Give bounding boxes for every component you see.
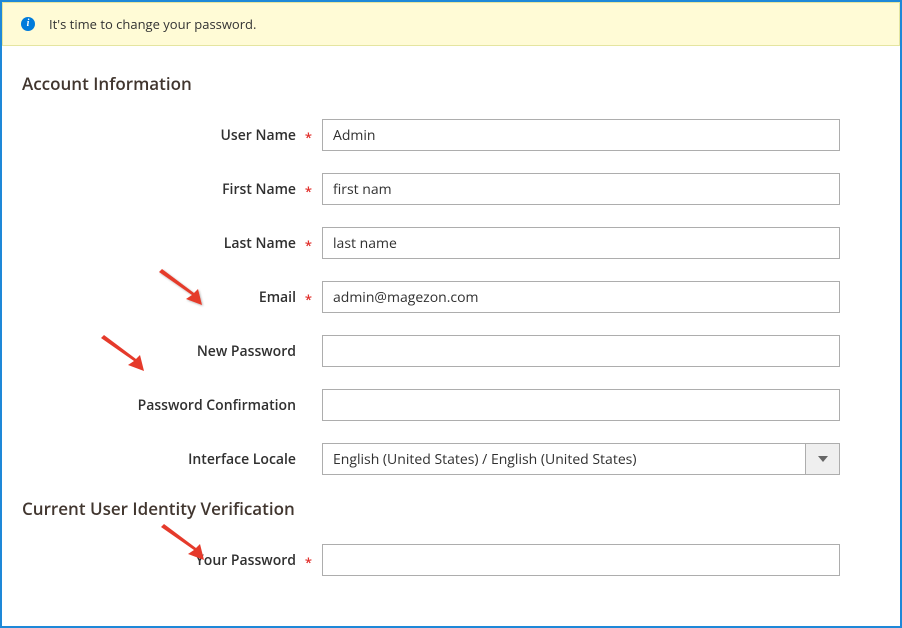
lastname-input[interactable] [322, 227, 840, 259]
firstname-input[interactable] [322, 173, 840, 205]
newpassword-input[interactable] [322, 335, 840, 367]
username-input[interactable] [322, 119, 840, 151]
section-account-info-title: Account Information [22, 72, 880, 95]
info-icon: i [21, 17, 35, 31]
required-star: * [305, 182, 312, 200]
locale-dropdown-button[interactable] [806, 443, 840, 475]
username-label: User Name * [22, 126, 322, 145]
firstname-label: First Name * [22, 180, 322, 199]
lastname-label: Last Name * [22, 234, 322, 253]
yourpassword-input[interactable] [322, 544, 840, 576]
yourpassword-label: Your Password * [22, 551, 322, 570]
email-label: Email * [22, 288, 322, 307]
locale-selected-value: English (United States) / English (Unite… [322, 443, 806, 475]
section-identity-verification-title: Current User Identity Verification [22, 497, 880, 520]
chevron-down-icon [818, 456, 828, 462]
required-star: * [305, 236, 312, 254]
locale-label: Interface Locale [22, 450, 322, 469]
required-star: * [305, 128, 312, 146]
required-star: * [305, 553, 312, 571]
locale-select[interactable]: English (United States) / English (Unite… [322, 443, 840, 475]
passwordconfirm-label: Password Confirmation [22, 396, 322, 415]
email-input[interactable] [322, 281, 840, 313]
required-star: * [305, 290, 312, 308]
notice-text: It's time to change your password. [49, 15, 256, 33]
password-change-notice: i It's time to change your password. [2, 2, 900, 46]
newpassword-label: New Password [22, 342, 322, 361]
passwordconfirm-input[interactable] [322, 389, 840, 421]
